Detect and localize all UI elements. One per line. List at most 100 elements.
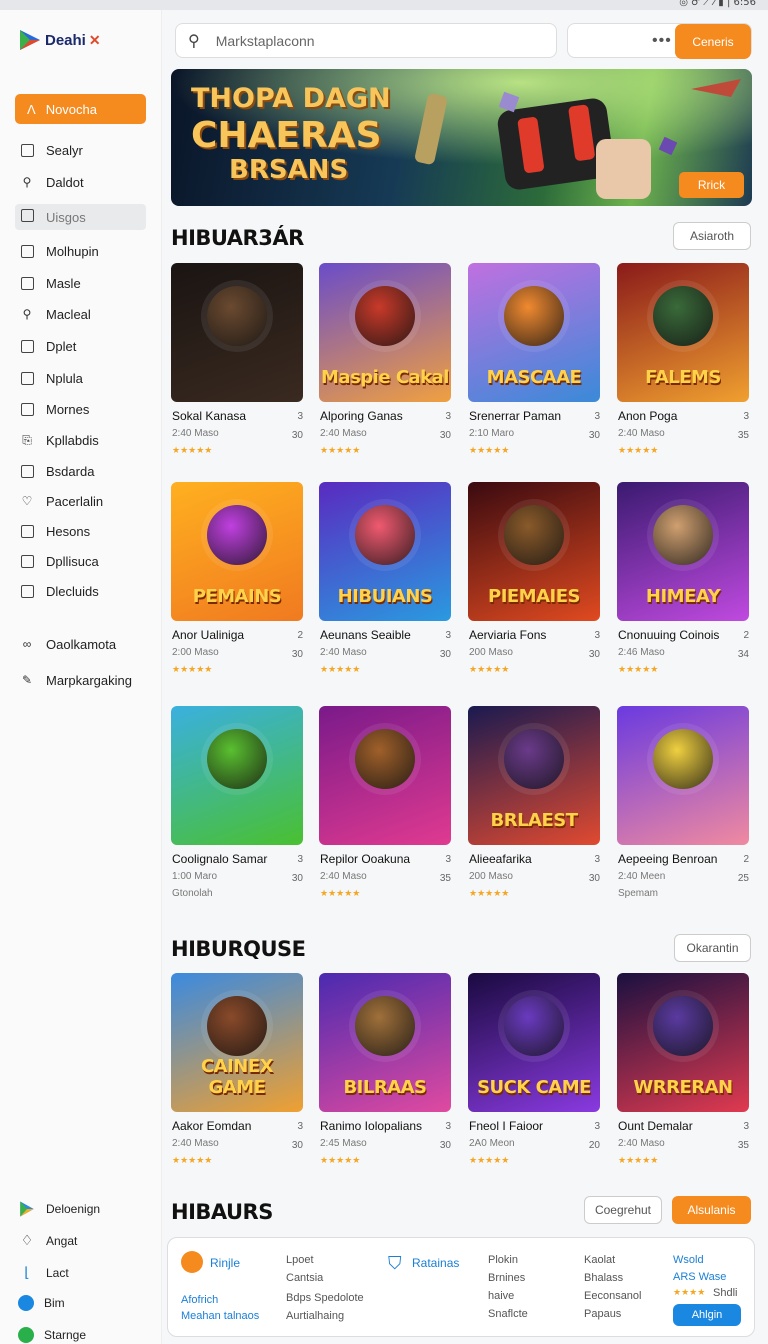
game-thumbnail[interactable] xyxy=(617,706,749,845)
more-icon[interactable]: ••• xyxy=(652,32,672,50)
sidebar-item-1[interactable]: ⚲ Daldot xyxy=(20,172,84,192)
sidebar-secondary-1[interactable]: ✎ Marpkargaking xyxy=(20,670,132,690)
game-card[interactable]: HIMEAY Cnonuuing Coinois 2 2:46 Maso 34 ★★★★★ xyxy=(617,482,749,682)
game-card[interactable]: PIEMAIES Aerviaria Fons 3 200 Maso 30 ★★★★★ xyxy=(468,482,600,682)
checkbox-icon xyxy=(20,402,34,416)
sidebar-item-label: Dpllisuca xyxy=(46,553,99,569)
panel-col6-line1: Wsold xyxy=(673,1254,704,1266)
rating-stars: ★★★★★ xyxy=(469,445,510,455)
game-thumbnail[interactable]: WRRERAN xyxy=(617,973,749,1112)
panel-col2-item[interactable]: Lpoet xyxy=(286,1254,314,1266)
sidebar-footer-4[interactable]: Starnge xyxy=(18,1327,86,1343)
game-thumbnail[interactable]: HIBUIANS xyxy=(319,482,451,621)
game-card[interactable]: CAINEX GAME Aakor Eomdan 3 2:40 Maso 30 ★★★★★ xyxy=(171,973,303,1173)
game-card[interactable]: PEMAINS Anor Ualiniga 2 2:00 Maso 30 ★★★★★ xyxy=(171,482,303,682)
sidebar-item-9[interactable]: Bsdarda xyxy=(20,461,94,481)
panel-col2-item[interactable]: Cantsia xyxy=(286,1272,323,1284)
game-card[interactable]: HIBUIANS Aeunans Seaible 3 2:40 Maso 30 ★★★★★ xyxy=(319,482,451,682)
sidebar-footer-0[interactable]: Deloenign xyxy=(18,1200,100,1218)
character-art xyxy=(504,995,564,1056)
game-count: 3 xyxy=(594,854,600,865)
section-button[interactable]: Okarantin xyxy=(674,934,751,962)
panel-col3-title[interactable]: Ratainas xyxy=(412,1256,459,1270)
game-card[interactable]: WRRERAN Ount Demalar 3 2:40 Maso 35 ★★★★★ xyxy=(617,973,749,1173)
panel-col2-item[interactable]: Bdps Spedolote xyxy=(286,1292,364,1304)
sidebar-item-11[interactable]: Hesons xyxy=(20,521,90,541)
game-thumbnail[interactable] xyxy=(319,706,451,845)
sidebar-item-3[interactable]: Masle xyxy=(20,273,81,293)
game-logo-text: PIEMAIES xyxy=(488,586,581,607)
game-meta: 2:40 Maso xyxy=(320,428,367,439)
footer-label: Deloenign xyxy=(46,1202,101,1216)
panel-col1-title[interactable]: Rinjle xyxy=(210,1256,240,1270)
sidebar-secondary-0[interactable]: ∞ Oaolkamota xyxy=(20,634,116,654)
section-button[interactable]: Asiaroth xyxy=(673,222,751,250)
panel-col1-link2[interactable]: Meahan talnaos xyxy=(181,1310,259,1322)
game-card[interactable]: MASCAAE Srenerrar Paman 3 2:10 Maro 30 ★★★★★ xyxy=(468,263,600,463)
game-thumbnail[interactable]: PIEMAIES xyxy=(468,482,600,621)
panel-col5-item[interactable]: Eeconsanol xyxy=(584,1290,642,1302)
app-logo[interactable]: Deahi ✕ xyxy=(18,28,101,52)
sidebar-item-6[interactable]: Nplula xyxy=(20,368,83,388)
sidebar-footer-2[interactable]: ⌊ Lact xyxy=(18,1264,68,1281)
sidebar-item-label: Uisgos xyxy=(46,209,86,225)
sidebar-item-5[interactable]: Dplet xyxy=(20,336,76,356)
game-card[interactable]: Aepeeing Benroan 2 2:40 Meen 25 Spemam xyxy=(617,706,749,906)
game-card[interactable]: BILRAAS Ranimo Iolopalians 3 2:45 Maso 30 ★★★… xyxy=(319,973,451,1173)
sidebar-item-4[interactable]: ⚲ Macleal xyxy=(20,304,91,324)
search-bar[interactable]: ⚲ Markstaplaconn xyxy=(175,23,557,58)
game-thumbnail[interactable]: BILRAAS xyxy=(319,973,451,1112)
game-card[interactable]: Coolignalo Samar 3 1:00 Maro 30 Gtonolah xyxy=(171,706,303,906)
sidebar-item-active[interactable]: Λ Novocha xyxy=(15,94,146,124)
game-thumbnail[interactable]: SUCK CAME xyxy=(468,973,600,1112)
panel-col4-item[interactable]: haive xyxy=(488,1290,514,1302)
sidebar-item-12[interactable]: Dpllisuca xyxy=(20,551,99,571)
panel-col2-item[interactable]: Aurtialhaing xyxy=(286,1310,344,1322)
panel-col1-link[interactable]: Afofrich xyxy=(181,1294,218,1306)
sidebar-item-2[interactable]: Molhupin xyxy=(20,241,99,261)
panel-col5-item[interactable]: Kaolat xyxy=(584,1254,615,1266)
game-card[interactable]: Maspie Cakal Alporing Ganas 3 2:40 Maso 30 ★★… xyxy=(319,263,451,463)
game-card[interactable]: Repilor Ooakuna 3 2:40 Maso 35 ★★★★★ xyxy=(319,706,451,906)
game-thumbnail[interactable]: HIMEAY xyxy=(617,482,749,621)
game-card[interactable]: Sokal Kanasa 3 2:40 Maso 30 ★★★★★ xyxy=(171,263,303,463)
game-meta: 200 Maso xyxy=(469,871,513,882)
panel-col5-item[interactable]: Bhalass xyxy=(584,1272,623,1284)
header-action-button[interactable]: Ceneris xyxy=(675,24,751,59)
game-card[interactable]: FALEMS Anon Poga 3 2:40 Maso 35 ★★★★★ xyxy=(617,263,749,463)
panel-button[interactable]: Ahlgin xyxy=(673,1304,741,1326)
character-art xyxy=(207,728,267,789)
game-thumbnail[interactable]: BRLAEST xyxy=(468,706,600,845)
sidebar-footer-1[interactable]: ♢ Angat xyxy=(18,1232,78,1249)
panel-col4-item[interactable]: Brnines xyxy=(488,1272,525,1284)
sidebar-item-selected[interactable]: Uisgos xyxy=(15,204,146,230)
panel-col4-item[interactable]: Snaflcte xyxy=(488,1308,528,1320)
hero-button[interactable]: Rrick xyxy=(679,172,744,198)
section-button[interactable]: Coegrehut xyxy=(584,1196,662,1224)
game-card[interactable]: BRLAEST Alieeafarika 3 200 Maso 30 ★★★★★ xyxy=(468,706,600,906)
sidebar-item-7[interactable]: Mornes xyxy=(20,399,89,419)
sidebar-item-8[interactable]: ⎘ Kpllabdis xyxy=(20,430,99,450)
game-title: Aakor Eomdan xyxy=(172,1119,252,1133)
hero-banner[interactable]: THOPA DAGN CHAERAS BRSANS Rrick xyxy=(171,69,752,206)
search-input[interactable]: Markstaplaconn xyxy=(216,33,315,49)
panel-col5-item[interactable]: Papaus xyxy=(584,1308,621,1320)
game-thumbnail[interactable]: MASCAAE xyxy=(468,263,600,402)
game-thumbnail[interactable]: PEMAINS xyxy=(171,482,303,621)
game-thumbnail[interactable] xyxy=(171,706,303,845)
sidebar-item-label: Novocha xyxy=(45,101,97,117)
sidebar-item-0[interactable]: Sealyr xyxy=(20,140,83,160)
game-count-secondary: 34 xyxy=(737,649,749,660)
sidebar-item-13[interactable]: Dlecluids xyxy=(20,581,99,601)
game-card[interactable]: SUCK CAME Fneol I Faioor 3 2A0 Meon 20 ★★★★★ xyxy=(468,973,600,1173)
game-thumbnail[interactable]: FALEMS xyxy=(617,263,749,402)
sidebar-item-10[interactable]: ♡ Pacerlalin xyxy=(20,491,103,511)
sidebar-footer-3[interactable]: Bim xyxy=(18,1295,65,1311)
game-thumbnail[interactable]: CAINEX GAME xyxy=(171,973,303,1112)
panel-col4-item[interactable]: Plokin xyxy=(488,1254,518,1266)
section-button-primary[interactable]: Alsulanis xyxy=(672,1196,751,1224)
game-thumbnail[interactable] xyxy=(171,263,303,402)
box-icon xyxy=(20,554,34,568)
game-count-secondary: 20 xyxy=(588,1140,600,1151)
game-thumbnail[interactable]: Maspie Cakal xyxy=(319,263,451,402)
